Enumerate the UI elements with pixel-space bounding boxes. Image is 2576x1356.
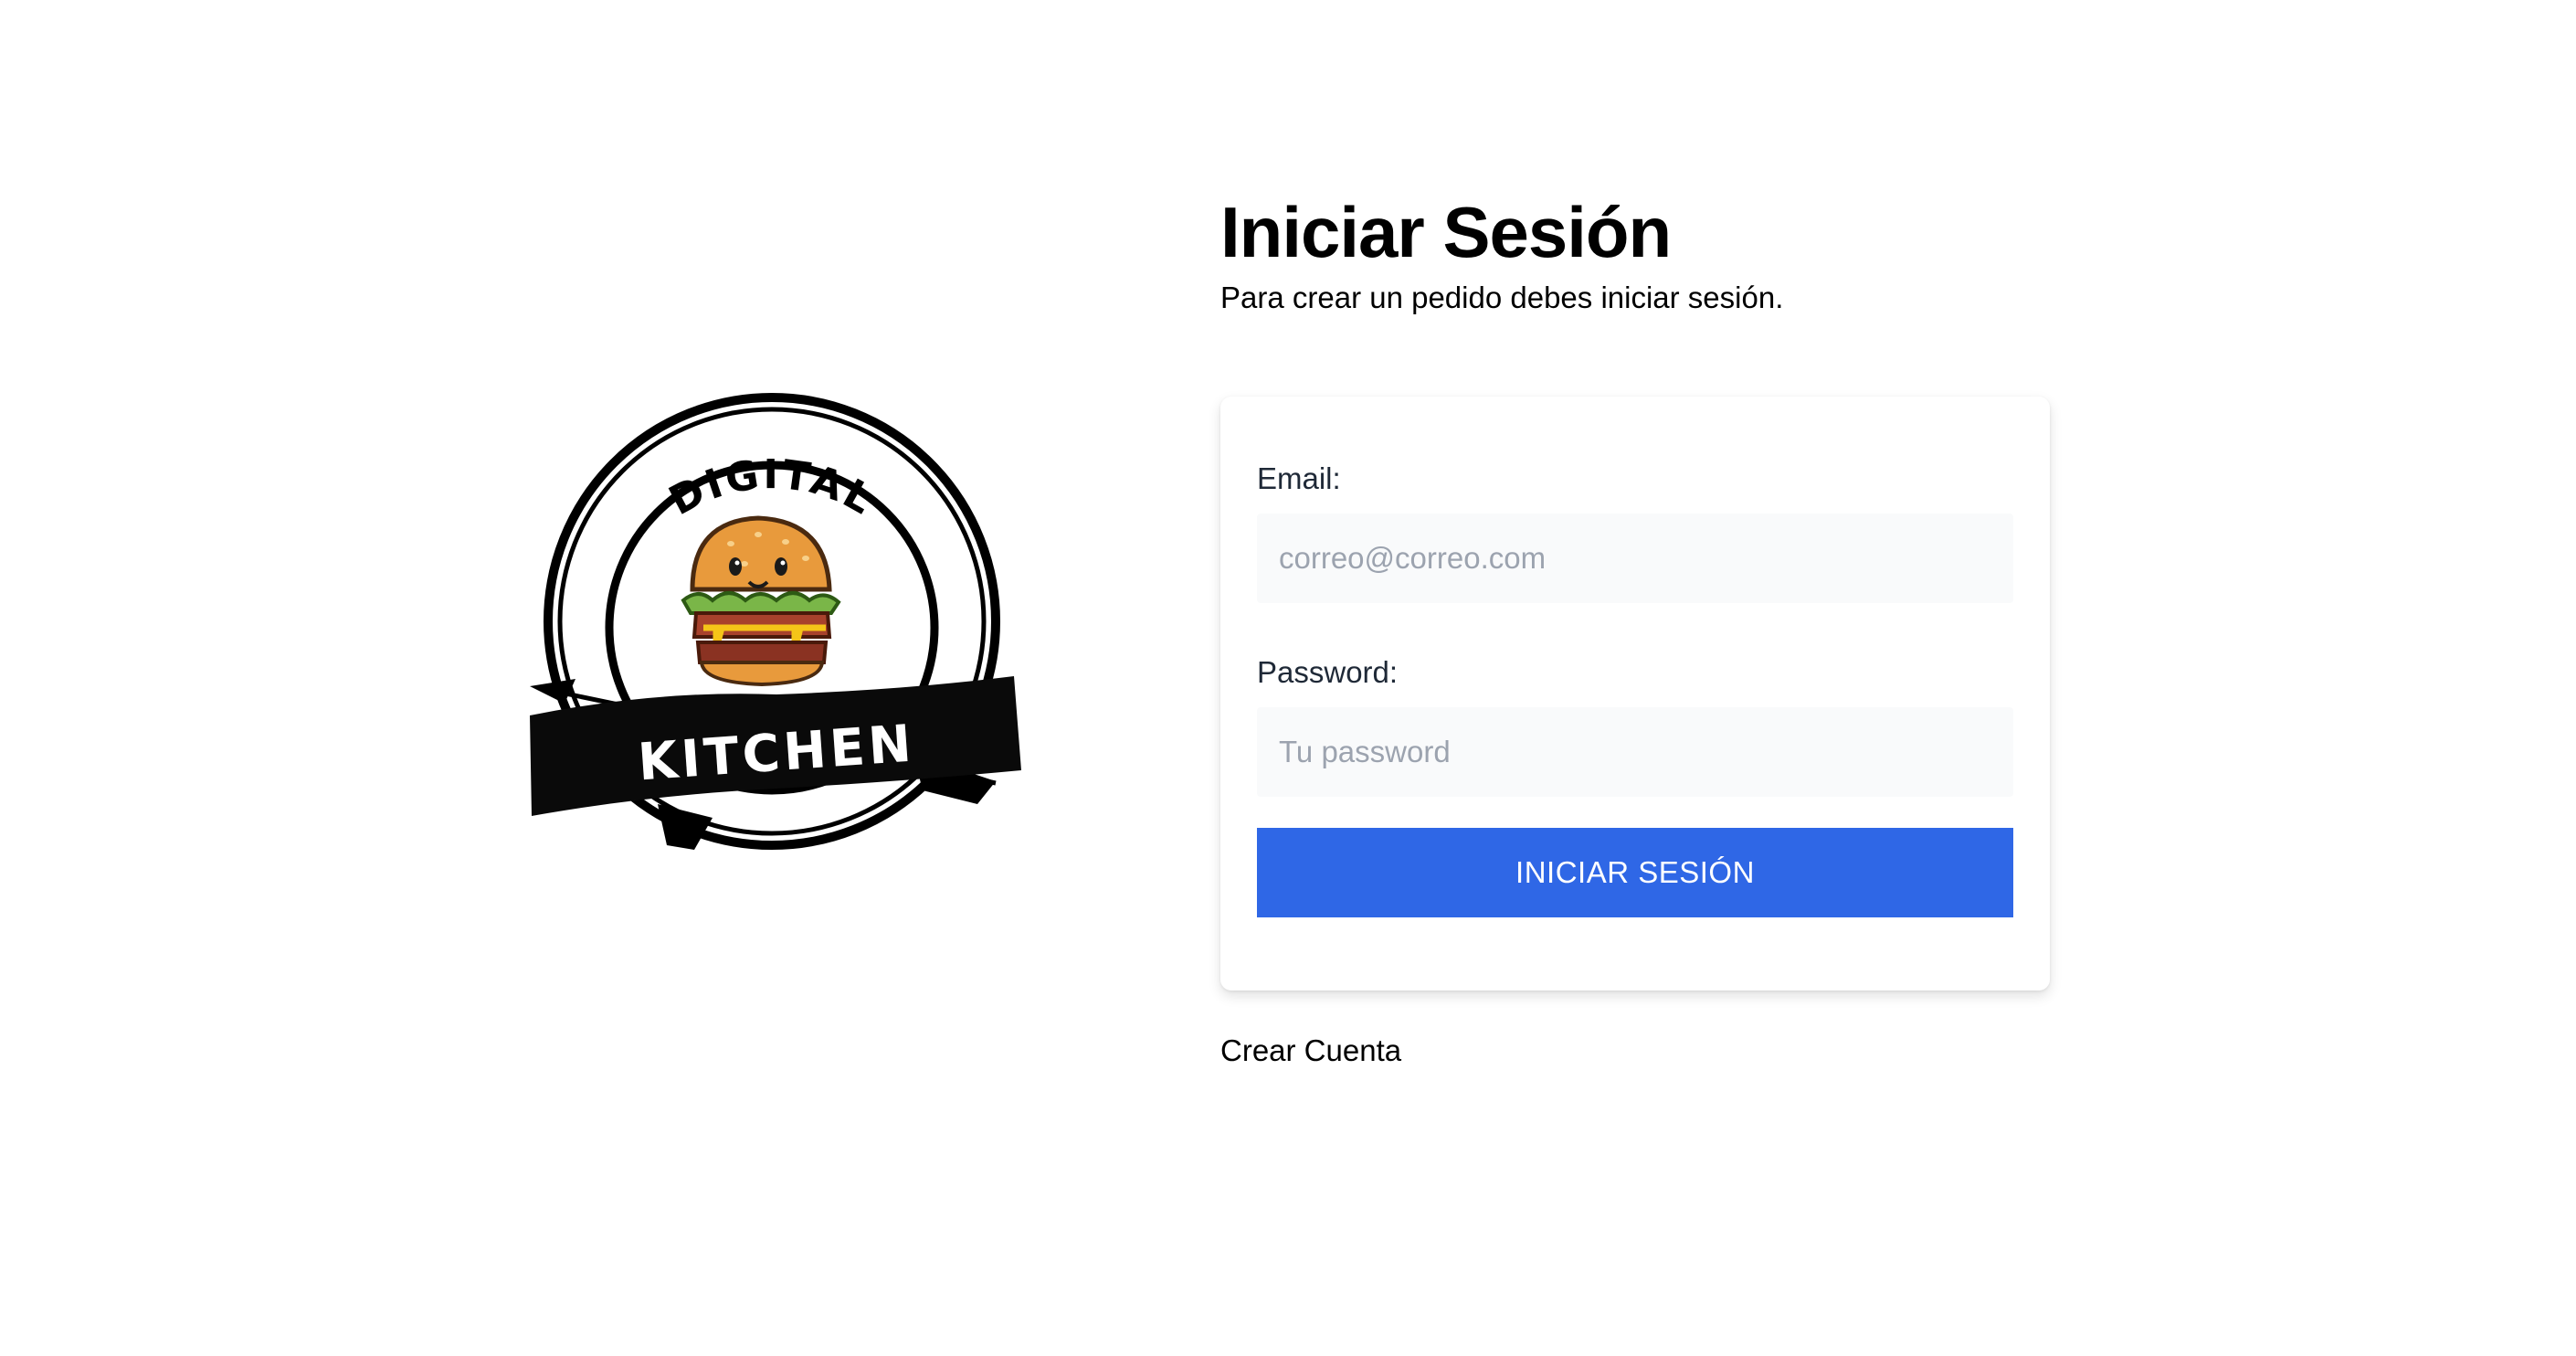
login-section: Iniciar Sesión Para crear un pedido debe… xyxy=(1220,190,2050,1069)
page-title: Iniciar Sesión xyxy=(1220,192,1672,272)
logo-text-top: DIGITAL xyxy=(661,451,880,525)
email-field-group: Email: xyxy=(1257,461,2013,603)
email-input[interactable] xyxy=(1257,514,2013,603)
password-field-group: Password: xyxy=(1257,654,2013,797)
login-button[interactable]: INICIAR SESIÓN xyxy=(1257,828,2013,917)
brand-logo: DIGITAL KITCHEN xyxy=(521,388,1023,873)
password-input[interactable] xyxy=(1257,707,2013,797)
create-account-link[interactable]: Crear Cuenta xyxy=(1220,1033,1401,1069)
svg-text:DIGITAL: DIGITAL xyxy=(661,451,882,525)
login-form: Email: Password: INICIAR SESIÓN xyxy=(1220,397,2050,991)
digital-kitchen-logo-icon: DIGITAL KITCHEN xyxy=(530,393,1021,850)
password-label: Password: xyxy=(1257,655,1399,689)
email-label: Email: xyxy=(1257,461,1341,495)
burger-mascot-icon xyxy=(681,515,841,687)
page-subtitle: Para crear un pedido debes iniciar sesió… xyxy=(1220,281,1784,314)
